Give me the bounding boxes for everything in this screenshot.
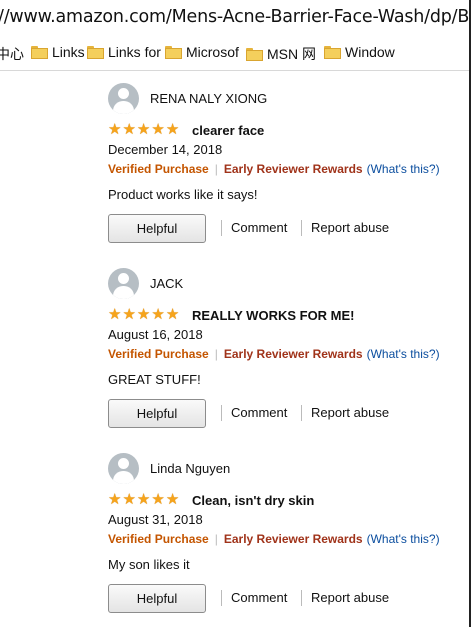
report-abuse-link[interactable]: Report abuse xyxy=(311,590,389,605)
star-icon: ★ xyxy=(151,121,165,138)
whats-this-link[interactable]: (What's this?) xyxy=(367,162,440,176)
favorite-links-for[interactable]: Links for xyxy=(87,44,161,60)
folder-icon xyxy=(165,45,182,59)
review-badges: Verified Purchase | Early Reviewer Rewards… xyxy=(108,162,440,176)
favorite-label: Window xyxy=(345,44,395,60)
star-icon: ★ xyxy=(122,306,136,323)
report-abuse-link[interactable]: Report abuse xyxy=(311,405,389,420)
avatar[interactable] xyxy=(108,83,139,114)
comment-link[interactable]: Comment xyxy=(231,405,287,420)
review-badges: Verified Purchase | Early Reviewer Rewards… xyxy=(108,532,440,546)
review-date: August 31, 2018 xyxy=(108,512,203,527)
star-icon: ★ xyxy=(136,491,151,508)
star-rating[interactable]: ★ ★ ★ ★ ★ xyxy=(108,492,179,507)
favorite-label: Links xyxy=(52,44,85,60)
review-body: My son likes it xyxy=(108,557,190,572)
address-bar[interactable]: //www.amazon.com/Mens-Acne-Barrier-Face-… xyxy=(0,0,469,34)
divider xyxy=(301,220,302,236)
folder-icon xyxy=(87,45,104,59)
star-icon: ★ xyxy=(122,491,136,508)
early-reviewer-badge: Early Reviewer Rewards xyxy=(223,347,363,361)
early-reviewer-badge: Early Reviewer Rewards xyxy=(223,162,363,176)
helpful-button[interactable]: Helpful xyxy=(108,399,206,428)
reviewer-name[interactable]: Linda Nguyen xyxy=(150,461,230,476)
favorite-links[interactable]: Links xyxy=(31,44,85,60)
helpful-button[interactable]: Helpful xyxy=(108,214,206,243)
divider: | xyxy=(214,162,218,176)
divider xyxy=(301,405,302,421)
whats-this-link[interactable]: (What's this?) xyxy=(367,347,440,361)
star-icon: ★ xyxy=(151,491,165,508)
folder-icon xyxy=(324,45,341,59)
star-icon: ★ xyxy=(165,306,180,323)
verified-purchase-badge: Verified Purchase xyxy=(108,347,209,361)
verified-purchase-badge: Verified Purchase xyxy=(108,162,209,176)
star-icon: ★ xyxy=(136,121,151,138)
review-title[interactable]: REALLY WORKS FOR ME! xyxy=(192,308,355,323)
review-badges: Verified Purchase | Early Reviewer Rewards… xyxy=(108,347,440,361)
divider xyxy=(221,590,222,606)
divider xyxy=(221,405,222,421)
favorite-msn[interactable]: MSN 网 xyxy=(246,44,316,64)
review-title[interactable]: Clean, isn't dry skin xyxy=(192,493,314,508)
review-date: August 16, 2018 xyxy=(108,327,203,342)
review-title[interactable]: clearer face xyxy=(192,123,264,138)
star-icon: ★ xyxy=(165,121,180,138)
review-date: December 14, 2018 xyxy=(108,142,223,157)
star-rating[interactable]: ★ ★ ★ ★ ★ xyxy=(108,307,179,322)
folder-icon xyxy=(246,47,263,61)
early-reviewer-badge: Early Reviewer Rewards xyxy=(223,532,363,546)
favorite-label: MSN 网 xyxy=(267,46,316,62)
star-icon: ★ xyxy=(122,121,136,138)
whats-this-link[interactable]: (What's this?) xyxy=(367,532,440,546)
report-abuse-link[interactable]: Report abuse xyxy=(311,220,389,235)
reviewer-name[interactable]: RENA NALY XIONG xyxy=(150,91,267,106)
star-icon: ★ xyxy=(108,121,122,138)
favorite-microsoft[interactable]: Microsof xyxy=(165,44,239,60)
helpful-button[interactable]: Helpful xyxy=(108,584,206,613)
avatar[interactable] xyxy=(108,268,139,299)
favorite-label: Links for xyxy=(108,44,161,60)
folder-icon xyxy=(31,45,48,59)
review-body: Product works like it says! xyxy=(108,187,258,202)
favorites-cut-label[interactable]: 中心 xyxy=(0,44,24,64)
verified-purchase-badge: Verified Purchase xyxy=(108,532,209,546)
review-body: GREAT STUFF! xyxy=(108,372,201,387)
reviewer-name[interactable]: JACK xyxy=(150,276,183,291)
star-rating[interactable]: ★ ★ ★ ★ ★ xyxy=(108,122,179,137)
address-url[interactable]: //www.amazon.com/Mens-Acne-Barrier-Face-… xyxy=(0,7,469,27)
favorite-label: Microsof xyxy=(186,44,239,60)
star-icon: ★ xyxy=(151,306,165,323)
divider xyxy=(221,220,222,236)
comment-link[interactable]: Comment xyxy=(231,590,287,605)
divider: | xyxy=(214,532,218,546)
favorites-bar: 中心 Links Links for Microsof MSN 网 Window xyxy=(0,34,469,71)
star-icon: ★ xyxy=(136,306,151,323)
star-icon: ★ xyxy=(108,306,122,323)
star-icon: ★ xyxy=(165,491,180,508)
favorite-window[interactable]: Window xyxy=(324,44,395,60)
avatar[interactable] xyxy=(108,453,139,484)
divider xyxy=(301,590,302,606)
star-icon: ★ xyxy=(108,491,122,508)
comment-link[interactable]: Comment xyxy=(231,220,287,235)
divider: | xyxy=(214,347,218,361)
